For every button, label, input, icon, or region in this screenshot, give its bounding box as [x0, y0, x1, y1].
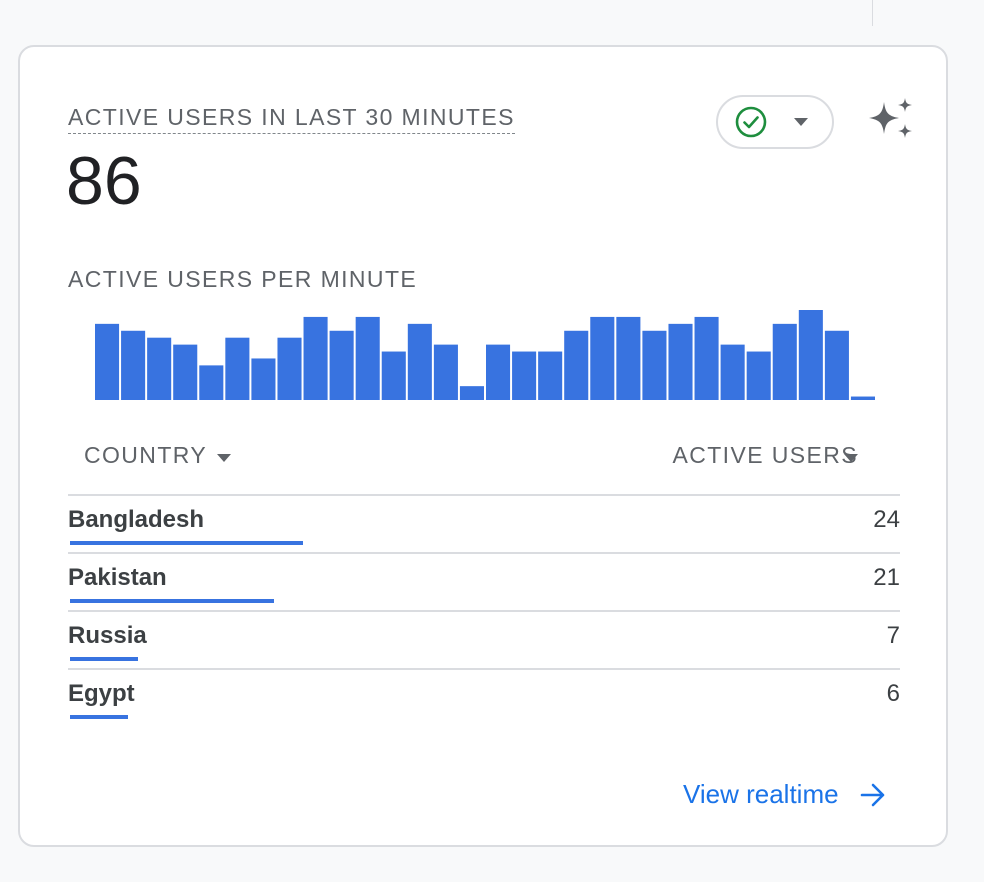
- chart-bar[interactable]: [121, 330, 146, 400]
- chart-bar[interactable]: [433, 344, 458, 400]
- chart-bar[interactable]: [642, 330, 667, 400]
- chart-bar[interactable]: [720, 344, 745, 400]
- row-country: Bangladesh: [68, 506, 205, 533]
- chart-bar[interactable]: [798, 310, 823, 400]
- check-circle-icon: [735, 106, 767, 138]
- caret-down-icon: [794, 118, 808, 126]
- view-realtime-label: View realtime: [683, 779, 839, 809]
- active-users-per-minute-chart: [95, 310, 875, 400]
- country-column-header[interactable]: COUNTRY: [84, 442, 207, 469]
- chart-bar[interactable]: [512, 351, 537, 400]
- chart-bar[interactable]: [303, 316, 328, 400]
- top-divider: [872, 0, 873, 26]
- row-share-bar: [70, 599, 274, 603]
- active-users-column-header[interactable]: ACTIVE USERS: [672, 442, 858, 469]
- table-header: COUNTRY ACTIVE USERS: [68, 436, 900, 496]
- chart-bar[interactable]: [147, 337, 172, 400]
- chart-bar[interactable]: [277, 337, 302, 400]
- row-country: Egypt: [68, 680, 135, 707]
- chart-bar[interactable]: [486, 344, 511, 400]
- caret-down-icon[interactable]: [217, 454, 231, 462]
- chart-bar[interactable]: [850, 396, 875, 400]
- chart-bar[interactable]: [381, 351, 406, 400]
- chart-bar[interactable]: [694, 316, 719, 400]
- row-users: 7: [886, 622, 900, 649]
- table-row[interactable]: Pakistan 21: [68, 554, 900, 612]
- row-country: Russia: [68, 622, 147, 649]
- chart-bar[interactable]: [590, 316, 615, 400]
- active-users-value: 86: [66, 143, 142, 219]
- chart-bar[interactable]: [616, 316, 641, 400]
- chart-bar[interactable]: [199, 365, 224, 400]
- row-users: 6: [886, 680, 900, 707]
- arrow-right-icon: [860, 783, 884, 806]
- row-country: Pakistan: [68, 564, 167, 591]
- caret-down-icon[interactable]: [844, 454, 858, 462]
- chart-bar[interactable]: [251, 358, 276, 400]
- chart-bar[interactable]: [564, 330, 589, 400]
- chart-title: ACTIVE USERS PER MINUTE: [68, 266, 418, 292]
- row-share-bar: [70, 715, 128, 719]
- table-row[interactable]: Bangladesh 24: [68, 496, 900, 554]
- chart-bar[interactable]: [772, 323, 797, 400]
- chart-bar[interactable]: [538, 351, 563, 400]
- chart-bar[interactable]: [668, 323, 693, 400]
- chart-bar[interactable]: [329, 330, 354, 400]
- comparison-dropdown-button[interactable]: [716, 95, 834, 149]
- row-share-bar: [70, 541, 303, 545]
- chart-bar[interactable]: [225, 337, 250, 400]
- row-share-bar: [70, 657, 138, 661]
- chart-bar[interactable]: [746, 351, 771, 400]
- row-users: 21: [873, 564, 900, 591]
- row-users: 24: [873, 506, 900, 533]
- card-title[interactable]: ACTIVE USERS IN LAST 30 MINUTES: [68, 104, 515, 134]
- chart-bar[interactable]: [355, 316, 380, 400]
- chart-bar[interactable]: [95, 323, 120, 400]
- table-row[interactable]: Egypt 6: [68, 670, 900, 728]
- chart-bar[interactable]: [407, 323, 432, 400]
- chart-bar[interactable]: [459, 386, 484, 400]
- chart-bar[interactable]: [824, 330, 849, 400]
- sparkle-icon[interactable]: [866, 96, 916, 142]
- chart-bar[interactable]: [173, 344, 198, 400]
- view-realtime-link[interactable]: View realtime: [683, 779, 887, 810]
- table-row[interactable]: Russia 7: [68, 612, 900, 670]
